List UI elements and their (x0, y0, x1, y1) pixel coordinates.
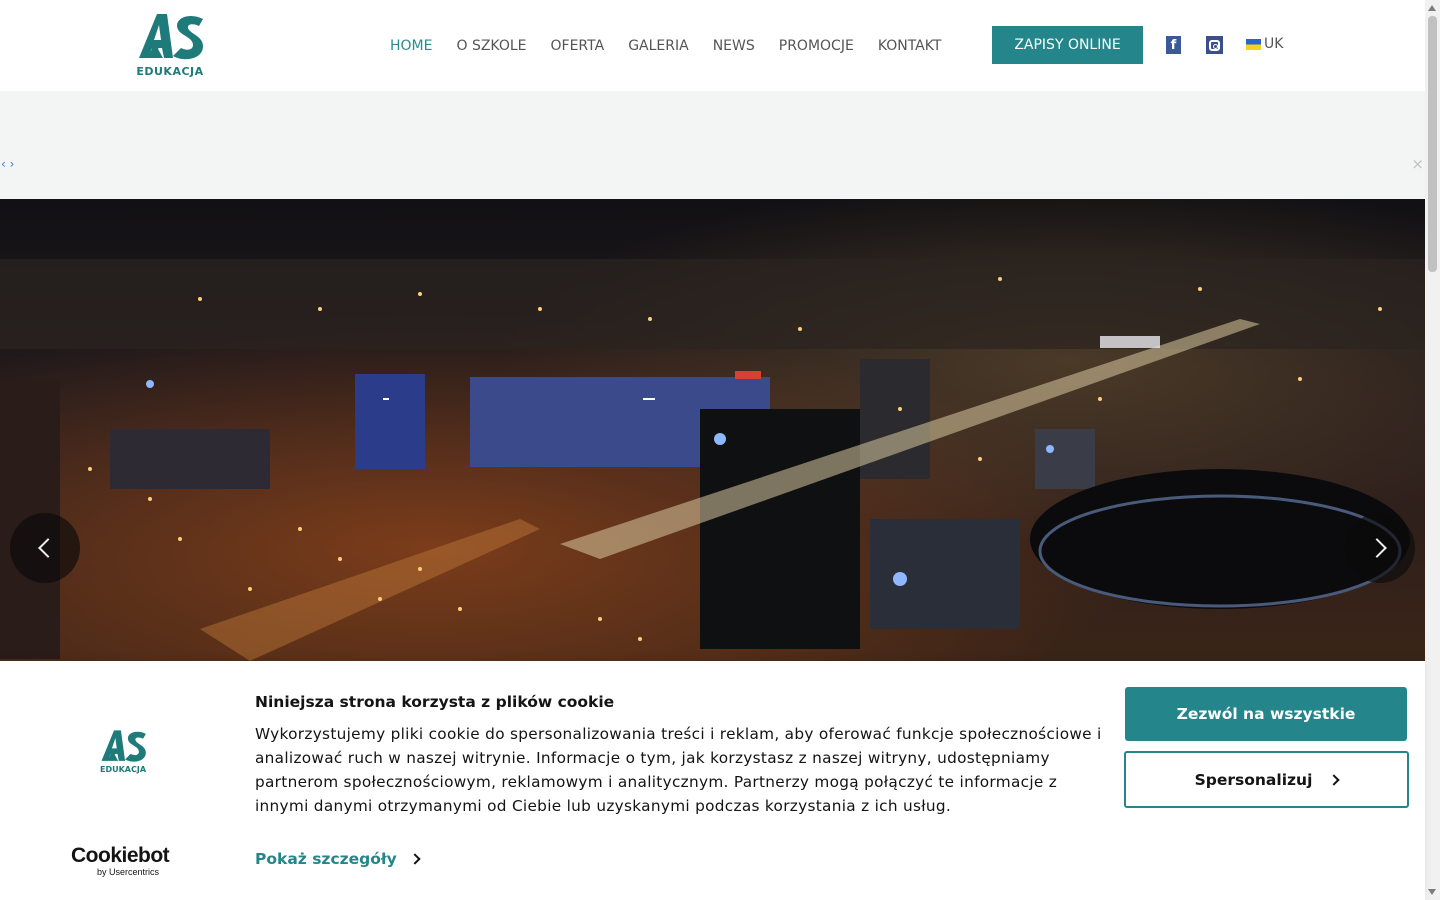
hero-city-image (0, 199, 1425, 661)
zapisy-online-button[interactable]: ZAPISY ONLINE (992, 26, 1143, 64)
facebook-icon[interactable]: f (1166, 36, 1181, 54)
cookiebot-name: Cookiebot (71, 844, 170, 867)
logo-mark-icon (139, 14, 203, 60)
cookie-title: Niniejsza strona korzysta z plików cooki… (255, 693, 615, 711)
nav-item-o-szkole[interactable]: O SZKOLE (456, 38, 526, 54)
nav-item-news[interactable]: NEWS (713, 38, 755, 54)
site-logo[interactable]: EDUKACJA (133, 12, 207, 80)
language-switcher[interactable]: UK (1246, 36, 1283, 52)
logo-mark-icon (101, 730, 146, 762)
show-details-label: Pokaż szczegóły (255, 850, 397, 868)
site-header: EDUKACJA HOME O SZKOLE OFERTA GALERIA NE… (0, 0, 1425, 91)
instagram-icon[interactable] (1206, 36, 1223, 54)
chevron-right-icon (1367, 538, 1387, 558)
customize-label: Spersonalizuj (1194, 770, 1313, 789)
slider-next-button[interactable] (1345, 513, 1415, 583)
nav-item-promocje[interactable]: PROMOCJE (779, 38, 854, 54)
close-icon[interactable]: × (1411, 155, 1424, 173)
announcement-bar: ‹ › × (0, 91, 1425, 199)
cookie-body-text: Wykorzystujemy pliki cookie do spersonal… (255, 725, 1102, 815)
slider-prev-button[interactable] (10, 513, 80, 583)
hero-slider (0, 199, 1425, 661)
ukraine-flag-icon (1246, 38, 1261, 50)
nav-item-kontakt[interactable]: KONTAKT (878, 38, 942, 54)
scroll-down-icon[interactable] (1428, 889, 1436, 895)
customize-button[interactable]: Spersonalizuj (1124, 751, 1409, 808)
chevron-left-icon (38, 538, 58, 558)
page-scrollbar[interactable] (1425, 0, 1440, 900)
allow-all-button[interactable]: Zezwól na wszystkie (1125, 687, 1407, 741)
logo-text: EDUKACJA (136, 65, 204, 78)
nav-item-galeria[interactable]: GALERIA (628, 38, 689, 54)
nav-item-oferta[interactable]: OFERTA (551, 38, 605, 54)
cookie-banner-logo: EDUKACJA (97, 729, 149, 775)
show-details-link[interactable]: Pokaż szczegóły (255, 850, 421, 868)
chevron-right-icon (409, 853, 421, 865)
chevron-right-icon (1328, 773, 1341, 786)
scroll-thumb[interactable] (1428, 16, 1437, 272)
announcement-arrows[interactable]: ‹ › (1, 157, 14, 171)
nav-item-home[interactable]: HOME (390, 38, 432, 54)
cookie-logo-text: EDUKACJA (99, 765, 147, 774)
scroll-up-icon[interactable] (1428, 5, 1436, 11)
main-nav: HOME O SZKOLE OFERTA GALERIA NEWS PROMOC… (380, 0, 965, 91)
cookiebot-sub: by Usercentrics (97, 867, 160, 877)
cookie-consent-banner: EDUKACJA Cookiebot by Usercentrics Ninie… (0, 661, 1425, 900)
cookiebot-logo[interactable]: Cookiebot by Usercentrics (71, 844, 173, 878)
language-label: UK (1264, 36, 1284, 52)
